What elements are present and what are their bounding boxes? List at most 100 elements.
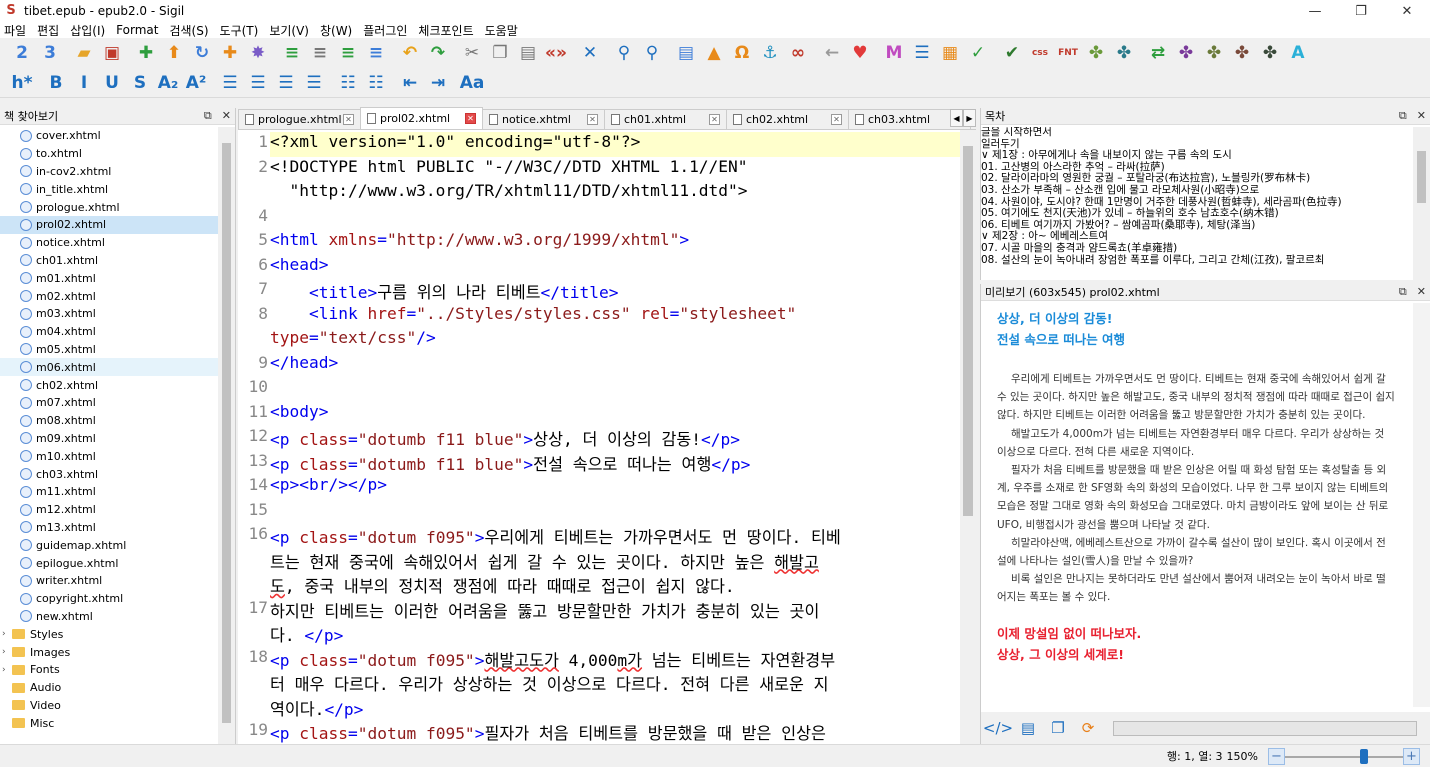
tab-close-icon[interactable]: ✕ xyxy=(343,114,354,125)
expand-arrow-icon[interactable]: › xyxy=(2,629,12,639)
cut-icon[interactable]: ✂ xyxy=(460,41,484,65)
plugin-teal-icon[interactable]: ✤ xyxy=(1112,41,1136,65)
toc-item[interactable]: 07. 시골 마을의 충격과 얌드록쵸(羊卓雍措) xyxy=(981,242,1413,255)
save-icon[interactable]: ▣ xyxy=(100,41,124,65)
close-button[interactable]: ✕ xyxy=(1384,0,1430,22)
close-panel-icon[interactable]: ✕ xyxy=(1417,285,1426,299)
font-css-icon[interactable]: FNT xyxy=(1056,41,1080,65)
folder-item[interactable]: Video xyxy=(0,697,218,715)
decrease-indent-icon[interactable]: ⇤ xyxy=(398,71,422,95)
move-up-icon[interactable]: ⬆ xyxy=(162,41,186,65)
indent-list-icon[interactable]: ≡ xyxy=(280,41,304,65)
file-item[interactable]: prologue.xhtml xyxy=(0,198,218,216)
align-left-icon[interactable]: ☰ xyxy=(218,71,242,95)
tab-close-icon[interactable]: ✕ xyxy=(709,114,720,125)
insert-file-icon[interactable]: ▤ xyxy=(674,41,698,65)
copy-icon[interactable]: ❐ xyxy=(488,41,512,65)
maximize-button[interactable]: ❐ xyxy=(1338,0,1384,22)
insert-image-icon[interactable]: ▲ xyxy=(702,41,726,65)
list-add-icon[interactable]: ≡ xyxy=(336,41,360,65)
increase-indent-icon[interactable]: ⇥ xyxy=(426,71,450,95)
file-item[interactable]: m13.xhtml xyxy=(0,519,218,537)
link-icon[interactable]: ∞ xyxy=(786,41,810,65)
zoom-in-button[interactable]: + xyxy=(1403,747,1420,765)
editor-tab[interactable]: prol02.xhtml ✕ xyxy=(360,107,483,129)
minimize-button[interactable]: — xyxy=(1292,0,1338,22)
reload-preview-icon[interactable]: ⟳ xyxy=(1077,717,1099,739)
book-browser-scrollbar[interactable] xyxy=(218,127,235,744)
tab-close-icon[interactable]: ✕ xyxy=(587,114,598,125)
heading-icon[interactable]: h* xyxy=(10,71,34,95)
self-css-icon[interactable]: css xyxy=(1028,41,1052,65)
file-item[interactable]: m06.xhtml xyxy=(0,358,218,377)
file-item[interactable]: ch03.xhtml xyxy=(0,465,218,483)
toc-item[interactable]: 글을 시작하면서 xyxy=(981,127,1413,139)
code-tag-icon[interactable]: «» xyxy=(544,41,568,65)
float-panel-icon[interactable]: ⧉ xyxy=(1399,285,1407,299)
bullet-list-icon[interactable]: ☷ xyxy=(336,71,360,95)
menu-item[interactable]: 도움말 xyxy=(485,22,518,39)
text-case-icon[interactable]: Aa xyxy=(460,71,485,95)
align-center-icon[interactable]: ☰ xyxy=(246,71,270,95)
code-inspect-icon[interactable]: </> xyxy=(983,717,1013,739)
plugin-brown-icon[interactable]: ✤ xyxy=(1230,41,1254,65)
inspect-page-icon[interactable]: ▤ xyxy=(1017,717,1039,739)
editor-tab[interactable]: ch02.xhtml ✕ xyxy=(726,109,849,129)
menu-item[interactable]: 검색(S) xyxy=(169,22,208,39)
search-replace-icon[interactable]: ⚲ xyxy=(640,41,664,65)
file-item[interactable]: notice.xhtml xyxy=(0,234,218,252)
float-panel-icon[interactable]: ⧉ xyxy=(1399,109,1407,123)
file-item[interactable]: m08.xhtml xyxy=(0,412,218,430)
add-plus-icon[interactable]: ✚ xyxy=(218,41,242,65)
menu-item[interactable]: 삽입(I) xyxy=(70,22,105,39)
toc-list-icon[interactable]: ☰ xyxy=(910,41,934,65)
file-item[interactable]: to.xhtml xyxy=(0,145,218,163)
folder-item[interactable]: Misc xyxy=(0,714,218,732)
redo-icon[interactable]: ↷ xyxy=(426,41,450,65)
file-item[interactable]: writer.xhtml xyxy=(0,572,218,590)
outdent-list-icon[interactable]: ≡ xyxy=(308,41,332,65)
metadata-m-icon[interactable]: M xyxy=(882,41,906,65)
plugin-olive-icon[interactable]: ✤ xyxy=(1202,41,1226,65)
folder-item[interactable]: Audio xyxy=(0,679,218,697)
file-item[interactable]: m03.xhtml xyxy=(0,305,218,323)
numbered-list-icon[interactable]: ☷ xyxy=(364,71,388,95)
editor-scrollbar[interactable] xyxy=(960,130,976,744)
file-item[interactable]: prol02.xhtml xyxy=(0,215,218,234)
file-item[interactable]: m11.xhtml xyxy=(0,483,218,501)
zoom-slider-handle[interactable] xyxy=(1359,748,1368,764)
preview-scrollbar[interactable] xyxy=(1413,303,1430,707)
scrollbar-thumb[interactable] xyxy=(1417,151,1426,203)
zoom-out-button[interactable]: − xyxy=(1268,747,1285,765)
editor-tab[interactable]: prologue.xhtml ✕ xyxy=(238,109,361,129)
report-icon[interactable]: ▦ xyxy=(938,41,962,65)
special-char-omega-icon[interactable]: Ω xyxy=(730,41,754,65)
plugin-purple-icon[interactable]: ✤ xyxy=(1174,41,1198,65)
expand-arrow-icon[interactable]: › xyxy=(2,665,12,675)
plugin-dark-icon[interactable]: ✤ xyxy=(1258,41,1282,65)
file-item[interactable]: m09.xhtml xyxy=(0,430,218,448)
list-more-icon[interactable]: ≡ xyxy=(364,41,388,65)
zoom-slider[interactable] xyxy=(1285,748,1403,765)
tab-close-icon[interactable]: ✕ xyxy=(465,113,476,124)
file-item[interactable]: m05.xhtml xyxy=(0,341,218,359)
bold-icon[interactable]: B xyxy=(44,71,68,95)
paste-icon[interactable]: ▤ xyxy=(516,41,540,65)
file-item[interactable]: in_title.xhtml xyxy=(0,180,218,198)
settings-gear-icon[interactable]: ✸ xyxy=(246,41,270,65)
folder-item[interactable]: › Images xyxy=(0,643,218,661)
file-item[interactable]: epilogue.xhtml xyxy=(0,554,218,572)
file-item[interactable]: m10.xhtml xyxy=(0,447,218,465)
menu-item[interactable]: Format xyxy=(116,23,158,37)
expand-arrow-icon[interactable]: › xyxy=(2,647,12,657)
plugin-green-icon[interactable]: ✤ xyxy=(1084,41,1108,65)
strikethrough-icon[interactable]: S xyxy=(128,71,152,95)
file-item[interactable]: new.xhtml xyxy=(0,608,218,626)
tab-scroll-right-icon[interactable]: ▶ xyxy=(963,109,976,127)
validate-x-icon[interactable]: ✕ xyxy=(578,41,602,65)
subscript-icon[interactable]: A₂ xyxy=(156,71,180,95)
scrollbar-thumb[interactable] xyxy=(222,143,231,723)
file-item[interactable]: m04.xhtml xyxy=(0,323,218,341)
file-item[interactable]: m12.xhtml xyxy=(0,501,218,519)
refresh-icon[interactable]: ↻ xyxy=(190,41,214,65)
